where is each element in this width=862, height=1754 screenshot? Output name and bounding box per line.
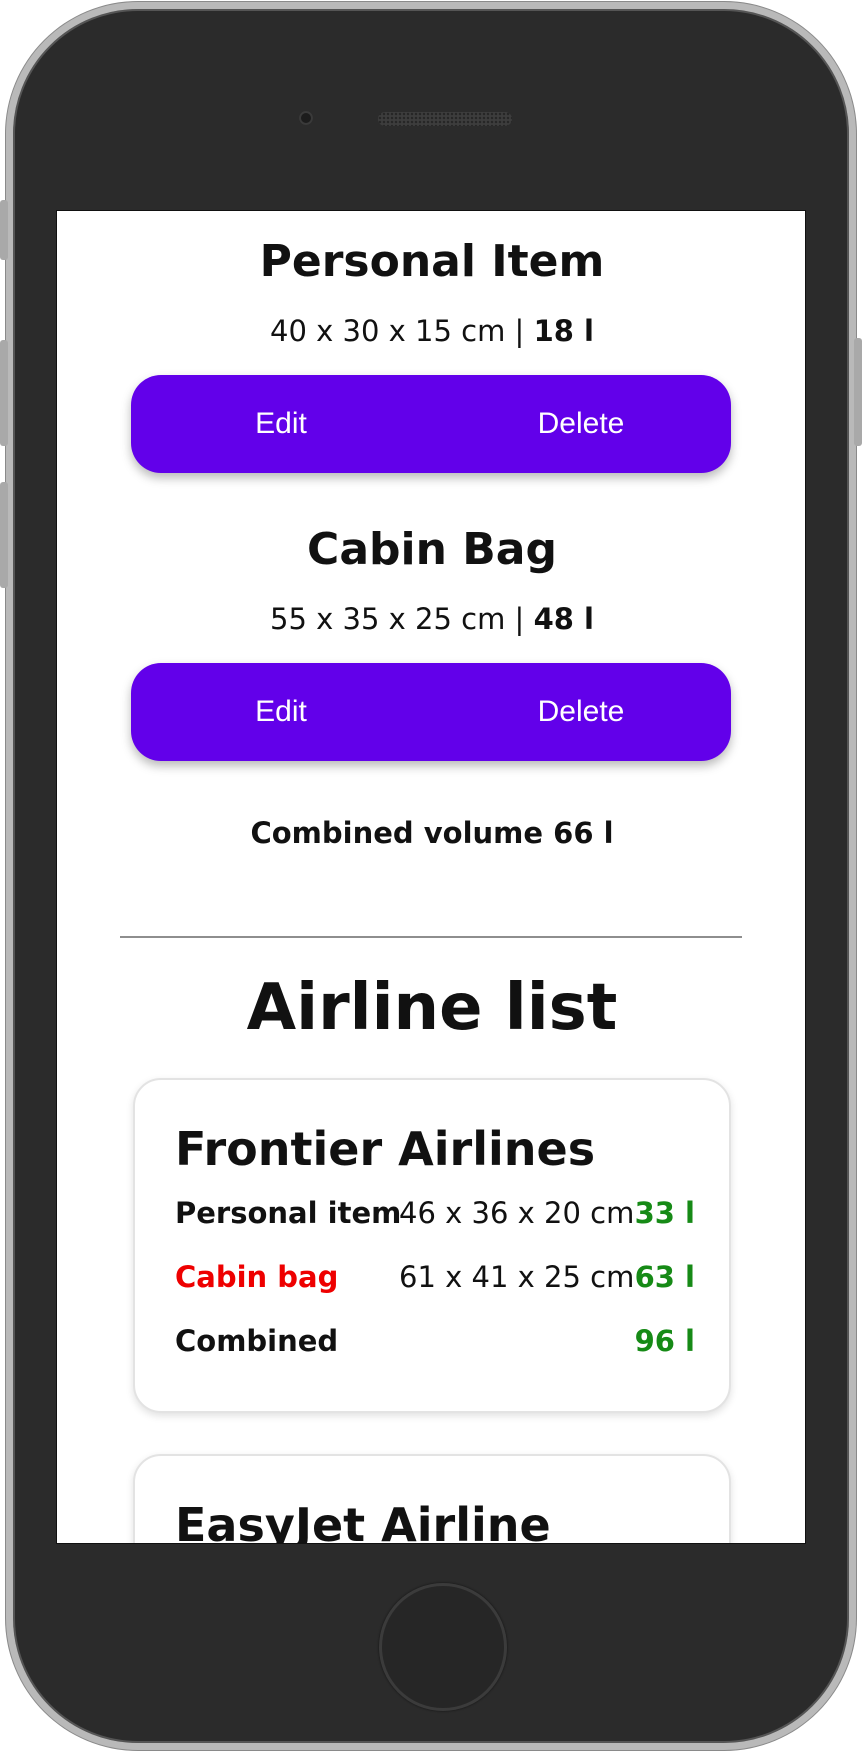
- bag-dims-text: 55 x 35 x 25 cm: [270, 602, 506, 636]
- delete-button[interactable]: Delete: [431, 375, 731, 473]
- bag-volume: 18 l: [533, 314, 594, 348]
- app-screen: Personal Item 40 x 30 x 15 cm | 18 l Edi…: [56, 210, 806, 1544]
- bag-dimensions: 40 x 30 x 15 cm | 18 l: [57, 314, 805, 348]
- row-volume: 96 l: [634, 1324, 695, 1358]
- separator: |: [505, 314, 534, 348]
- airline-row-personal-item: Personal item 46 x 36 x 20 cm 33 l: [175, 1196, 695, 1236]
- power-button: [854, 338, 862, 446]
- airline-row-cabin-bag: Cabin bag 61 x 41 x 25 cm 63 l: [175, 1260, 695, 1300]
- airline-name: Frontier Airlines: [175, 1122, 596, 1176]
- combined-volume: Combined volume 66 l: [250, 816, 614, 850]
- bag-volume: 48 l: [533, 602, 594, 636]
- airline-name: EasyJet Airline: [175, 1498, 551, 1544]
- airline-card[interactable]: Frontier Airlines Personal item 46 x 36 …: [133, 1078, 731, 1413]
- row-volume: 63 l: [634, 1260, 695, 1294]
- volume-down-button: [0, 482, 8, 588]
- divider: [120, 936, 742, 938]
- edit-button[interactable]: Edit: [131, 663, 431, 761]
- row-label: Personal item: [175, 1196, 402, 1230]
- airline-row-combined: Combined 96 l: [175, 1324, 695, 1364]
- bag-dimensions: 55 x 35 x 25 cm | 48 l: [57, 602, 805, 636]
- airline-card[interactable]: EasyJet Airline: [133, 1454, 731, 1544]
- separator: |: [505, 602, 534, 636]
- row-volume: 33 l: [634, 1196, 695, 1230]
- earpiece-speaker: [378, 112, 512, 126]
- mute-switch: [0, 200, 8, 260]
- bag-actions: Edit Delete: [131, 375, 731, 473]
- bag-title-personal-item: Personal Item: [259, 236, 605, 287]
- delete-button[interactable]: Delete: [431, 663, 731, 761]
- row-dimensions: 61 x 41 x 25 cm: [399, 1260, 635, 1294]
- row-label: Combined: [175, 1324, 339, 1358]
- front-camera: [299, 111, 313, 125]
- airline-list-title: Airline list: [246, 971, 618, 1045]
- edit-button[interactable]: Edit: [131, 375, 431, 473]
- row-label: Cabin bag: [175, 1260, 339, 1294]
- bag-dims-text: 40 x 30 x 15 cm: [270, 314, 506, 348]
- bag-actions: Edit Delete: [131, 663, 731, 761]
- row-dimensions: 46 x 36 x 20 cm: [399, 1196, 635, 1230]
- bag-title-cabin-bag: Cabin Bag: [307, 524, 557, 575]
- volume-up-button: [0, 340, 8, 446]
- home-button[interactable]: [379, 1583, 507, 1711]
